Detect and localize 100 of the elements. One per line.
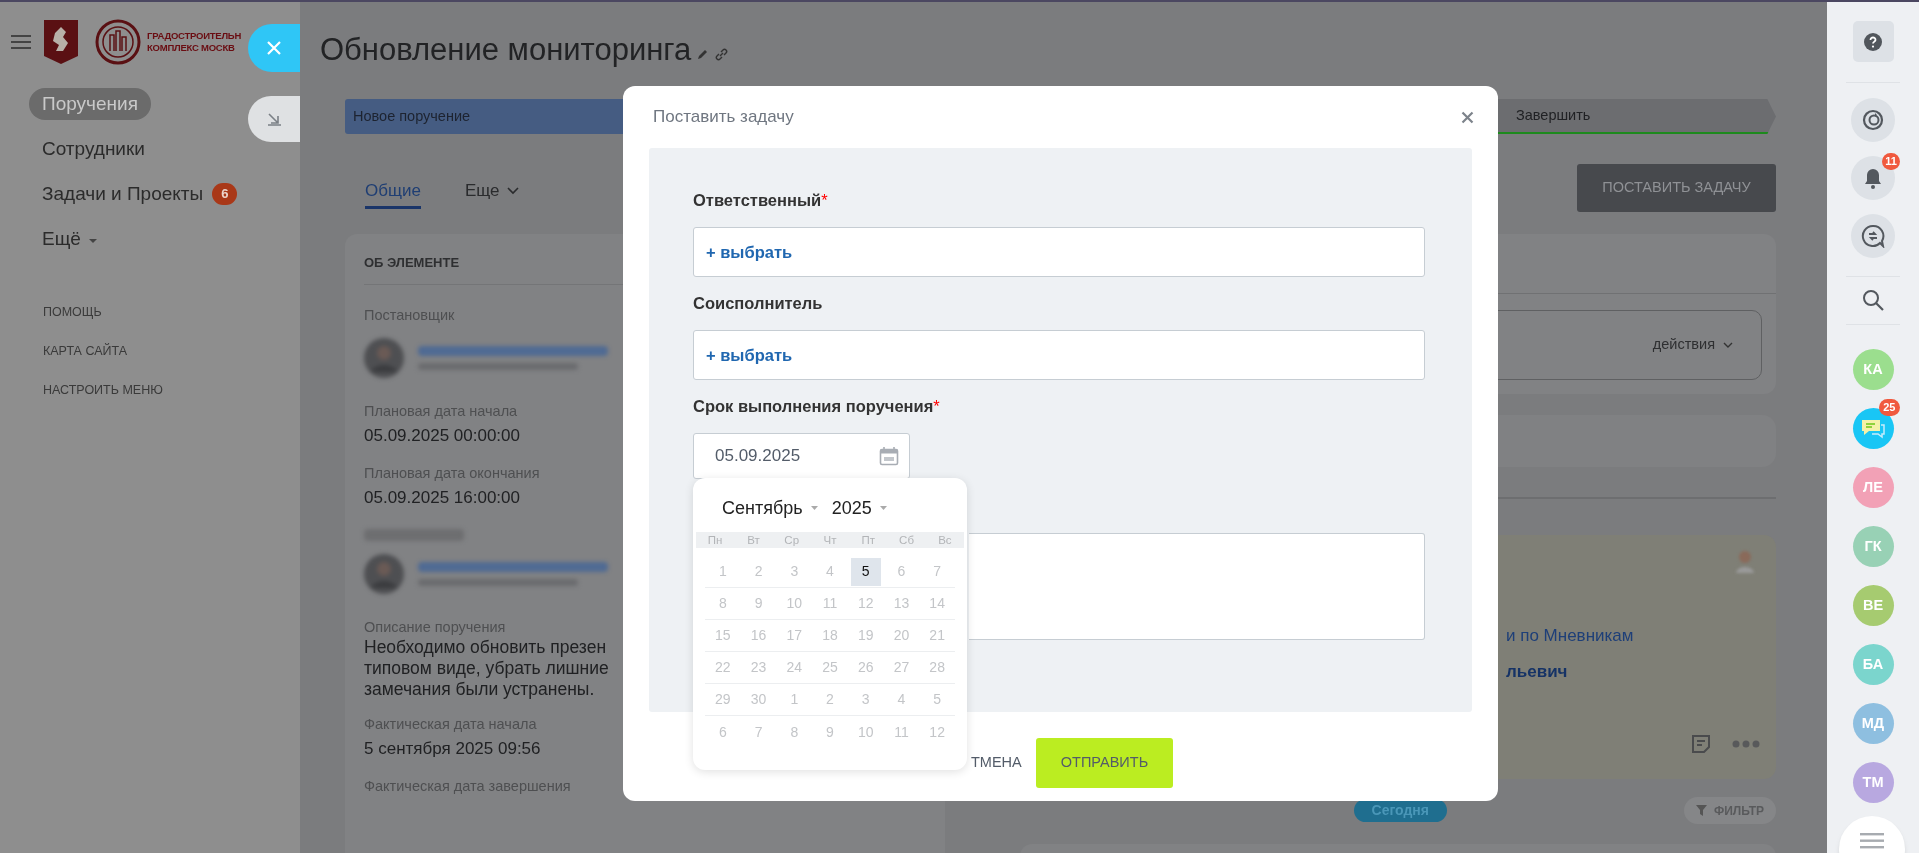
spiral-icon <box>1861 108 1885 132</box>
close-icon[interactable] <box>1461 110 1474 124</box>
set-task-button[interactable]: ПОСТАВИТЬ ЗАДАЧУ <box>1577 164 1776 212</box>
calendar-day[interactable]: 13 <box>886 589 917 618</box>
calendar-day[interactable]: 23 <box>743 653 774 682</box>
calendar-day[interactable]: 19 <box>850 621 881 650</box>
contact-avatar[interactable]: ГК <box>1852 526 1894 567</box>
calendar-day[interactable]: 24 <box>779 653 810 682</box>
calendar-day[interactable]: 12 <box>850 589 881 618</box>
close-button[interactable] <box>248 24 300 72</box>
copilot-button[interactable] <box>1851 98 1895 142</box>
messages-button[interactable] <box>1851 214 1895 258</box>
calendar-day[interactable]: 18 <box>815 621 845 650</box>
contact-avatar[interactable]: КА <box>1852 349 1894 390</box>
description-line: Необходимо обновить презен <box>364 637 607 658</box>
nav-item[interactable]: Задачи и Проекты 6 <box>42 178 238 210</box>
close-icon <box>267 41 281 55</box>
notifications-button[interactable] <box>1851 156 1895 200</box>
picker-field[interactable]: + выбрать <box>693 330 1425 380</box>
sidebar-link[interactable]: НАСТРОИТЬ МЕНЮ <box>43 381 163 400</box>
calendar-day[interactable]: 7 <box>922 557 953 586</box>
calendar-day[interactable]: 2 <box>743 557 774 586</box>
calendar-day[interactable]: 4 <box>886 685 917 714</box>
help-button[interactable] <box>1852 21 1894 62</box>
help-icon <box>1864 32 1882 51</box>
calendar-day[interactable]: 9 <box>743 589 774 618</box>
calendar-day[interactable]: 5 <box>850 557 881 586</box>
text-area[interactable] <box>969 533 1425 640</box>
calendar-day[interactable]: 6 <box>886 557 917 586</box>
calendar-day[interactable]: 5 <box>922 685 953 714</box>
calendar-day[interactable]: 29 <box>707 685 738 714</box>
field-value: 05.09.2025 00:00:00 <box>364 425 520 447</box>
list-icon <box>1860 833 1884 849</box>
calendar-day[interactable]: 10 <box>779 589 810 618</box>
calendar-day[interactable]: 8 <box>707 589 738 618</box>
calendar-day[interactable]: 25 <box>815 653 845 682</box>
tab[interactable]: Общие <box>365 176 421 209</box>
calendar-day[interactable]: 1 <box>707 557 738 586</box>
calendar-day[interactable]: 26 <box>850 653 881 682</box>
year-dropdown[interactable]: 2025 <box>831 494 887 522</box>
calendar-day[interactable]: 16 <box>743 621 774 650</box>
field-label: Ответственный* <box>693 190 829 210</box>
select-link[interactable]: + выбрать <box>706 342 793 368</box>
calendar-day[interactable]: 7 <box>743 718 774 746</box>
weekday-label: Пн <box>706 533 724 548</box>
more-icon[interactable] <box>1732 740 1760 748</box>
calendar-day[interactable]: 6 <box>707 718 738 746</box>
calendar-icon[interactable] <box>879 446 899 466</box>
logo-text: ГРАДОСТРОИТЕЛЬН <box>147 30 242 42</box>
sidebar-link[interactable]: КАРТА САЙТА <box>43 342 128 361</box>
collapse-button[interactable] <box>248 96 300 142</box>
calendar-day[interactable]: 11 <box>886 718 917 746</box>
calendar-day[interactable]: 12 <box>922 718 953 746</box>
link-icon[interactable] <box>715 47 729 61</box>
calendar-day[interactable]: 17 <box>779 621 810 650</box>
nav-item[interactable]: Поручения <box>29 88 151 120</box>
calendar-day[interactable]: 15 <box>707 621 738 650</box>
select-link[interactable]: + выбрать <box>706 239 793 265</box>
calendar-day[interactable]: 30 <box>743 685 774 714</box>
bell-icon <box>1863 167 1883 189</box>
picker-field[interactable]: + выбрать <box>693 227 1425 277</box>
field-label: Срок выполнения поручения* <box>693 396 941 416</box>
tab[interactable]: Еще <box>464 176 519 209</box>
calendar-day[interactable]: 21 <box>922 621 953 650</box>
nav-item[interactable]: Сотрудники <box>42 133 145 165</box>
card-text: льевич <box>1506 660 1568 683</box>
calendar-day[interactable]: 28 <box>922 653 953 682</box>
calendar-day[interactable]: 10 <box>850 718 881 746</box>
menu-icon[interactable] <box>11 34 31 50</box>
month-dropdown[interactable]: Сентябрь <box>722 494 818 522</box>
contact-avatar[interactable]: БА <box>1852 644 1894 685</box>
caret-icon <box>810 506 818 510</box>
calendar-day[interactable]: 20 <box>886 621 917 650</box>
calendar-day[interactable]: 27 <box>886 653 917 682</box>
caret-icon <box>879 506 887 510</box>
calendar-day[interactable]: 14 <box>922 589 953 618</box>
pencil-icon[interactable] <box>697 48 710 60</box>
sidebar-link[interactable]: ПОМОЩЬ <box>43 303 102 322</box>
calendar-day[interactable]: 11 <box>815 589 845 618</box>
calendar-day[interactable]: 9 <box>815 718 845 746</box>
calendar-day[interactable]: 4 <box>815 557 845 586</box>
calendar-day[interactable]: 2 <box>815 685 845 714</box>
submit-button[interactable]: ОТПРАВИТЬ <box>1035 738 1174 788</box>
contact-avatar[interactable]: ВЕ <box>1852 585 1894 626</box>
contact-avatar[interactable]: МД <box>1852 703 1894 744</box>
calendar-day[interactable]: 3 <box>850 685 881 714</box>
date-field[interactable]: 05.09.2025 <box>693 433 910 479</box>
calendar-day[interactable]: 3 <box>779 557 810 586</box>
calendar-day[interactable]: 1 <box>779 685 810 714</box>
actions-dropdown[interactable]: действия <box>1652 334 1733 356</box>
calendar-day[interactable]: 8 <box>779 718 810 746</box>
search-icon[interactable] <box>1862 289 1884 311</box>
nav-item[interactable]: Ещё <box>42 223 97 255</box>
arrow-down-right-icon <box>267 112 281 126</box>
calendar-day[interactable]: 22 <box>707 653 738 682</box>
count-badge: 6 <box>212 183 238 205</box>
logo-icon <box>95 19 141 65</box>
note-icon[interactable] <box>1690 733 1712 755</box>
contact-avatar[interactable]: ТМ <box>1852 762 1894 803</box>
contact-avatar[interactable]: ЛЕ <box>1852 467 1894 508</box>
